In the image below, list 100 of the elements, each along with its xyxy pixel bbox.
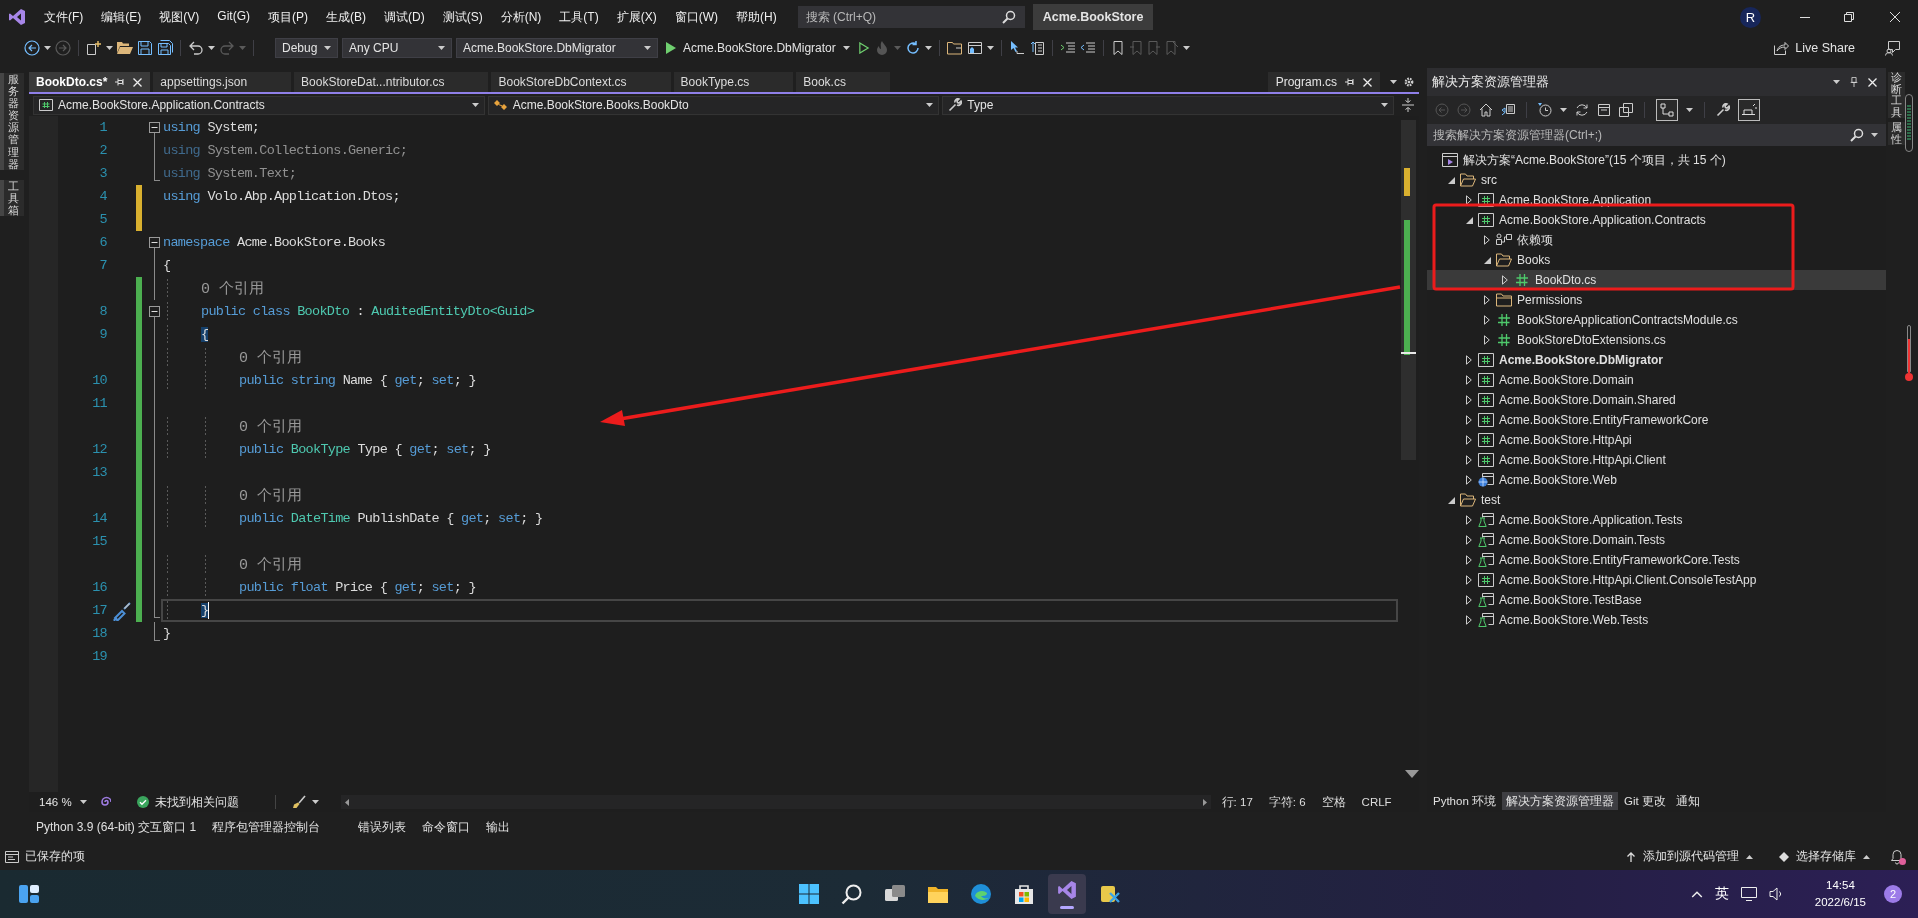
tree-item[interactable]: src xyxy=(1427,170,1886,190)
bookmark-icon[interactable] xyxy=(1110,41,1125,55)
panel-tab[interactable]: 通知 xyxy=(1671,792,1704,810)
expand-toggle-icon[interactable] xyxy=(1466,475,1472,485)
home-icon[interactable] xyxy=(1479,103,1493,117)
expand-toggle-icon[interactable] xyxy=(1466,355,1472,365)
tool-window-tab[interactable]: 输出 xyxy=(482,817,515,838)
pin-icon[interactable] xyxy=(115,77,126,87)
expand-toggle-icon[interactable] xyxy=(1484,335,1490,345)
feedback-icon[interactable] xyxy=(1885,40,1901,56)
open-folder-icon[interactable] xyxy=(117,40,133,56)
expand-toggle-icon[interactable] xyxy=(1484,295,1490,305)
output-window-icon[interactable] xyxy=(5,849,19,864)
window-layout-icon[interactable] xyxy=(966,40,983,56)
start-icon[interactable] xyxy=(797,883,820,905)
collapse-icon[interactable] xyxy=(149,122,160,133)
search-icon[interactable] xyxy=(840,883,863,905)
side-tab[interactable]: 服务器资源管理器 xyxy=(0,73,24,170)
wrench-icon[interactable] xyxy=(1716,103,1730,117)
tree-item[interactable]: Acme.BookStore.EntityFrameworkCore xyxy=(1427,410,1886,430)
restore-icon[interactable] xyxy=(1844,12,1854,22)
run-without-debugging-icon[interactable] xyxy=(857,42,870,54)
tree-item[interactable]: Acme.BookStore.Application.Tests xyxy=(1427,510,1886,530)
tree-item[interactable]: test xyxy=(1427,490,1886,510)
tree-item[interactable]: BookDto.cs xyxy=(1427,270,1886,290)
close-icon[interactable] xyxy=(133,77,143,87)
minimize-icon[interactable] xyxy=(1800,16,1810,18)
app-icon[interactable] xyxy=(1098,883,1121,905)
menu-item[interactable]: 扩展(X) xyxy=(607,5,666,29)
document-tab[interactable]: appsettings.json xyxy=(153,72,292,92)
preview-icon[interactable] xyxy=(1738,99,1760,121)
menu-item[interactable]: 窗口(W) xyxy=(665,5,727,29)
menu-item[interactable]: 分析(N) xyxy=(491,5,551,29)
tool-window-tab[interactable]: 程序包管理器控制台 xyxy=(208,817,325,838)
monitor-icon[interactable] xyxy=(1740,886,1757,902)
tree-item[interactable]: Acme.BookStore.HttpApi.Client.ConsoleTestApp xyxy=(1427,570,1886,590)
menu-item[interactable]: 编辑(E) xyxy=(92,5,151,29)
zoom-dropdown[interactable]: 146 % xyxy=(37,796,89,808)
expand-toggle-icon[interactable] xyxy=(1466,195,1472,205)
close-icon[interactable] xyxy=(1868,77,1877,87)
expand-toggle-icon[interactable] xyxy=(1484,235,1490,245)
clock-date[interactable]: 2022/6/15 xyxy=(1814,894,1866,911)
reference-count-link[interactable]: 0 个引用 xyxy=(239,348,302,367)
account-avatar[interactable]: R xyxy=(1740,6,1761,28)
caret-icon[interactable] xyxy=(1686,108,1693,112)
new-project-icon[interactable] xyxy=(86,40,102,56)
pin-icon[interactable] xyxy=(1345,77,1355,87)
tree-item[interactable]: Permissions xyxy=(1427,290,1886,310)
diagram-icon[interactable] xyxy=(1656,99,1678,121)
tree-item[interactable]: BookStoreDtoExtensions.cs xyxy=(1427,330,1886,350)
widgets-icon[interactable] xyxy=(18,883,40,905)
document-tab[interactable]: BookStoreDbContext.cs xyxy=(491,72,671,92)
expand-toggle-icon[interactable] xyxy=(1466,395,1472,405)
search-field[interactable]: 搜索解决方案资源管理器(Ctrl+;) xyxy=(1427,124,1886,146)
platform-dropdown[interactable]: Any CPU xyxy=(342,38,452,58)
panel-tab[interactable]: 解决方案资源管理器 xyxy=(1502,792,1618,810)
save-all-icon[interactable] xyxy=(157,40,173,56)
menu-item[interactable]: 项目(P) xyxy=(259,5,317,29)
expand-toggle-icon[interactable] xyxy=(1447,176,1455,184)
restart-icon[interactable] xyxy=(904,40,921,56)
settings-icon[interactable] xyxy=(1403,76,1415,88)
expand-toggle-icon[interactable] xyxy=(1447,496,1455,504)
expand-toggle-icon[interactable] xyxy=(1466,375,1472,385)
menu-item[interactable]: 生成(B) xyxy=(317,5,375,29)
panel-tab[interactable]: Python 环境 xyxy=(1429,792,1500,810)
expand-toggle-icon[interactable] xyxy=(1502,275,1508,285)
expand-toggle-icon[interactable] xyxy=(1466,615,1472,625)
reference-count-link[interactable]: 0 个引用 xyxy=(201,279,264,298)
live-share-button[interactable]: Live Share xyxy=(1773,40,1855,56)
tool-window-tab[interactable]: 错误列表 xyxy=(354,817,411,838)
caret-icon[interactable] xyxy=(1833,80,1840,84)
pin-icon[interactable] xyxy=(1849,77,1859,87)
expand-toggle-icon[interactable] xyxy=(1466,535,1472,545)
expand-toggle-icon[interactable] xyxy=(1484,315,1490,325)
back-icon[interactable] xyxy=(24,40,40,56)
brush-icon[interactable] xyxy=(291,795,306,809)
expand-toggle-icon[interactable] xyxy=(1466,435,1472,445)
menu-item[interactable]: 工具(T) xyxy=(550,5,608,29)
input-method-indicator[interactable]: 英 xyxy=(1714,885,1729,903)
menu-item[interactable]: 调试(D) xyxy=(375,5,434,29)
switch-views-icon[interactable] xyxy=(1501,103,1515,117)
clock-icon[interactable] xyxy=(1538,103,1552,117)
column-indicator[interactable]: 字符: 6 xyxy=(1263,794,1311,810)
tree-item[interactable]: Acme.BookStore.Application xyxy=(1427,190,1886,210)
reference-count-link[interactable]: 0 个引用 xyxy=(239,486,302,505)
reference-count-link[interactable]: 0 个引用 xyxy=(239,417,302,436)
menu-item[interactable]: 文件(F) xyxy=(35,5,93,29)
menu-item[interactable]: 测试(S) xyxy=(433,5,492,29)
collapse-all-icon[interactable] xyxy=(1597,103,1611,117)
class-dropdown[interactable]: Acme.BookStore.Books.BookDto xyxy=(487,95,940,115)
caret-icon[interactable] xyxy=(1390,80,1397,84)
expand-toggle-icon[interactable] xyxy=(1466,455,1472,465)
caret-icon[interactable] xyxy=(106,46,113,50)
document-tab[interactable]: BookType.cs xyxy=(673,72,794,92)
tree-item[interactable]: Acme.BookStore.Web xyxy=(1427,470,1886,490)
caret-icon[interactable] xyxy=(44,46,51,50)
caret-icon[interactable] xyxy=(1560,108,1567,112)
expand-toggle-icon[interactable] xyxy=(1466,555,1472,565)
tree-item[interactable]: Books xyxy=(1427,250,1886,270)
clock-time[interactable]: 14:54 xyxy=(1826,877,1855,894)
